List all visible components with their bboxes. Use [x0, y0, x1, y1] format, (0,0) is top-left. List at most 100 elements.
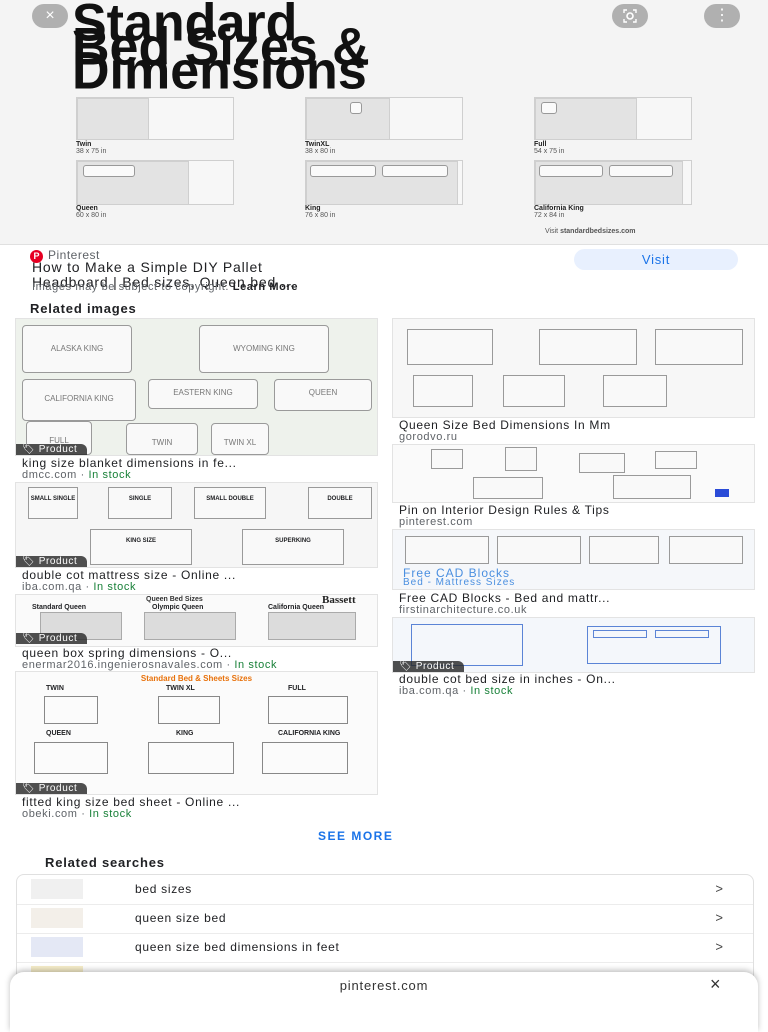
close-icon: × [45, 7, 55, 24]
thumb-label: TWIN XL [166, 685, 195, 692]
bed-dimension: 38 x 80 in [305, 148, 336, 155]
bed-diagram-queen [76, 160, 234, 205]
thumb-label: SUPERKING [275, 538, 311, 544]
result-thumbnail[interactable] [392, 318, 755, 418]
thumb-label: Queen Bed Sizes [146, 596, 203, 603]
thumb-label: WYOMING KING [233, 344, 295, 353]
bed-diagram-twin [76, 97, 234, 140]
thumb-label: TWIN [151, 438, 173, 447]
bed-diagram-california-king [534, 160, 692, 205]
result-source: obeki.com · In stock [22, 808, 132, 820]
in-stock-label: In stock [234, 659, 278, 671]
bed-diagram-twinxl [305, 97, 463, 140]
thumb-label: KING [176, 730, 194, 737]
result-source: dmcc.com · In stock [22, 469, 132, 481]
related-search-text: queen size bed dimensions in feet [135, 940, 340, 954]
result-thumbnail[interactable]: Queen Bed Sizes Bassett Standard Queen O… [15, 594, 378, 647]
result-source: enermar2016.ingenierosnavales.com · In s… [22, 659, 278, 671]
result-source: iba.com.qa · In stock [22, 581, 137, 593]
copyright-note: Images may be subject to copyright. Lear… [32, 281, 298, 293]
visit-site: standardbedsizes.com [560, 228, 636, 235]
bed-label: California King [534, 205, 584, 212]
thumb-label: ALASKA KING [50, 344, 104, 353]
copyright-text: Images may be subject to copyright. [32, 281, 230, 293]
thumb-label: FULL [288, 685, 306, 692]
thumb-label: Olympic Queen [152, 604, 204, 611]
related-search-item[interactable]: queen size bed dimensions in feet > [17, 933, 753, 963]
product-badge: 🏷 Product [16, 444, 88, 455]
hero-title: Standard Bed Sizes & Dimensions [72, 0, 370, 101]
result-thumbnail[interactable]: Standard Bed & Sheets Sizes TWIN TWIN XL… [15, 671, 378, 795]
thumb-label: Standard Bed & Sheets Sizes [140, 674, 253, 683]
chevron-right-icon: > [715, 881, 723, 896]
bed-label: Twin [76, 141, 92, 148]
thumb-brand: Bassett [322, 594, 356, 606]
related-searches-heading: Related searches [45, 855, 165, 870]
in-stock-label: In stock [93, 581, 137, 593]
close-icon[interactable]: × [710, 974, 721, 995]
lens-button[interactable] [612, 4, 648, 28]
related-search-text: queen size bed [135, 911, 227, 925]
chevron-right-icon: > [715, 939, 723, 954]
hero-image[interactable]: Standard Bed Sizes & Dimensions × ⋮ Twin… [0, 0, 768, 245]
chevron-right-icon: > [715, 910, 723, 925]
related-search-thumbnail [31, 879, 83, 899]
thumb-label: SMALL SINGLE [30, 496, 76, 502]
result-thumbnail[interactable]: Free CAD Blocks Bed - Mattress Sizes [392, 529, 755, 590]
thumb-label: DOUBLE [327, 496, 353, 502]
related-images-heading: Related images [30, 301, 137, 316]
related-search-thumbnail [31, 908, 83, 928]
thumb-overlay-text: Bed - Mattress Sizes [403, 577, 516, 588]
learn-more-link[interactable]: Learn More [233, 281, 298, 293]
sheet-url[interactable]: pinterest.com [10, 978, 758, 993]
close-button[interactable]: × [32, 4, 68, 28]
thumb-label: QUEEN [46, 730, 71, 737]
result-source: gorodvo.ru [399, 431, 458, 443]
bed-label: Full [534, 141, 547, 148]
bed-label: TwinXL [305, 141, 330, 148]
result-thumbnail[interactable]: 🏷 Product [392, 617, 755, 673]
bed-dimension: 76 x 80 in [305, 212, 336, 219]
related-search-thumbnail [31, 937, 83, 957]
product-badge: 🏷 Product [16, 633, 88, 644]
related-search-item[interactable]: queen size bed > [17, 904, 753, 934]
lens-icon [623, 9, 637, 23]
bed-dimension: 38 x 75 in [76, 148, 107, 155]
bed-label: Queen [76, 205, 98, 212]
result-source: iba.com.qa · In stock [399, 685, 514, 697]
related-search-text: bed sizes [135, 882, 192, 896]
bed-dimension: 54 x 75 in [534, 148, 565, 155]
bed-dimension: 60 x 80 in [76, 212, 107, 219]
bed-dimension: 72 x 84 in [534, 212, 565, 219]
thumb-label: KING SIZE [125, 538, 156, 544]
related-search-item[interactable]: bed sizes > [17, 875, 753, 905]
more-icon: ⋮ [714, 7, 730, 24]
more-options-button[interactable]: ⋮ [704, 4, 740, 28]
product-badge: 🏷 Product [393, 661, 465, 672]
thumb-label: SMALL DOUBLE [206, 496, 254, 502]
source-title-line: How to Make a Simple DIY Pallet [32, 259, 263, 275]
thumb-label: EASTERN KING [173, 388, 233, 397]
bed-diagram-king [305, 160, 463, 205]
visit-prefix: Visit [545, 228, 559, 235]
see-more-button[interactable]: SEE MORE [318, 829, 393, 843]
thumb-label: California Queen [268, 604, 325, 611]
result-thumbnail[interactable]: SMALL SINGLE SINGLE SMALL DOUBLE DOUBLE … [15, 482, 378, 568]
visit-button[interactable]: Visit [574, 249, 738, 270]
related-searches-list: bed sizes > queen size bed > queen size … [16, 874, 754, 986]
thumb-label: QUEEN [308, 388, 338, 397]
bottom-sheet: pinterest.com × [10, 972, 758, 1032]
in-stock-label: In stock [89, 808, 132, 820]
in-stock-label: In stock [88, 469, 132, 481]
result-thumbnail[interactable]: ALASKA KING WYOMING KING CALIFORNIA KING… [15, 318, 378, 456]
result-thumbnail[interactable] [392, 444, 755, 503]
hero-title-line: Dimensions [72, 41, 367, 101]
thumb-label: Standard Queen [32, 604, 87, 611]
thumb-label: SINGLE [128, 496, 152, 502]
thumb-label: TWIN [46, 685, 64, 692]
thumb-label: TWIN XL [223, 438, 257, 447]
bed-diagram-full [534, 97, 692, 140]
thumb-label: CALIFORNIA KING [44, 394, 114, 403]
result-source: pinterest.com [399, 516, 473, 528]
hero-visit-caption: Visit standardbedsizes.com [545, 228, 636, 235]
